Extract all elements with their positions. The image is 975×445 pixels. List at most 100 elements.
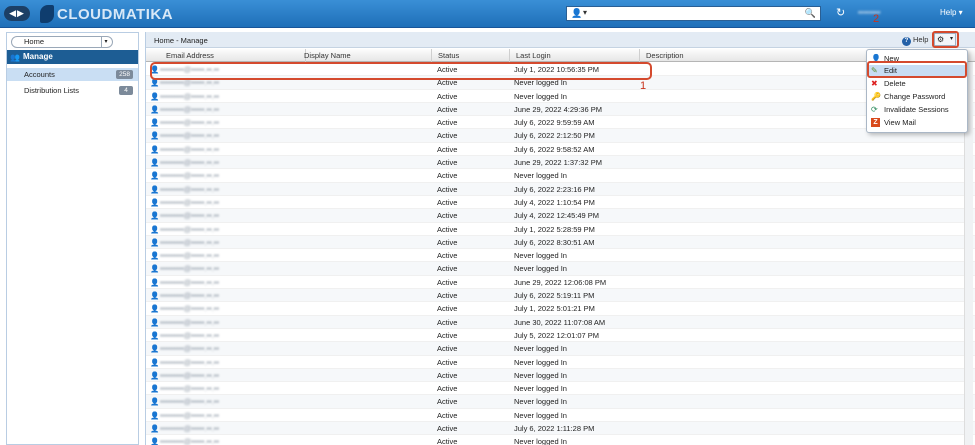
- menu-item-label: Invalidate Sessions: [884, 105, 949, 114]
- table-row[interactable]: 👤 •••••••••@•••••.••.•• Active June 30, 202…: [146, 315, 975, 329]
- column-status[interactable]: Status: [432, 49, 510, 62]
- table-row[interactable]: 👤 •••••••••@•••••.••.•• Active Never logged…: [146, 169, 975, 183]
- table-row[interactable]: 👤 •••••••••@•••••.••.•• Active July 1, 2022…: [146, 63, 975, 77]
- status-cell: Active: [437, 158, 458, 168]
- menu-item-label: Change Password: [884, 92, 946, 101]
- table-row[interactable]: 👤 •••••••••@•••••.••.•• Active July 5, 2022…: [146, 329, 975, 343]
- column-last-login[interactable]: Last Login: [510, 49, 640, 62]
- search-icon[interactable]: 🔍: [805, 8, 816, 19]
- user-icon: 👤: [150, 370, 160, 380]
- user-icon: 👤: [150, 131, 160, 141]
- help-link[interactable]: ? Help: [902, 35, 928, 46]
- table-row[interactable]: 👤 •••••••••@•••••.••.•• Active Never logged…: [146, 395, 975, 409]
- table-row[interactable]: 👤 •••••••••@•••••.••.•• Active July 1, 2022…: [146, 302, 975, 316]
- annotation-1: 1: [640, 80, 647, 92]
- last-login-cell: Never logged In: [514, 251, 567, 261]
- sidebar-item-accounts[interactable]: Accounts 258: [7, 68, 138, 81]
- manage-header[interactable]: 👥 Manage: [7, 50, 138, 64]
- column-email[interactable]: Email Address: [160, 49, 306, 62]
- menu-item-edit[interactable]: ✎ Edit: [868, 65, 966, 77]
- table-row[interactable]: 👤 •••••••••@•••••.••.•• Active July 4, 2022…: [146, 209, 975, 223]
- user-name[interactable]: ••••••••: [858, 5, 920, 21]
- table-row[interactable]: 👤 •••••••••@•••••.••.•• Active Never logged…: [146, 90, 975, 103]
- main-panel: Home - Manage ? Help ⚙ ▾ Email Address Di…: [145, 13, 975, 445]
- email-cell: •••••••••@•••••.••.••: [160, 251, 220, 261]
- table-row[interactable]: 👤 •••••••••@•••••.••.•• Active Never logged…: [146, 382, 975, 396]
- delete-icon: ✖: [871, 79, 878, 88]
- table-row[interactable]: 👤 •••••••••@•••••.••.•• Active July 6, 2022…: [146, 182, 975, 196]
- status-cell: Active: [437, 424, 458, 434]
- table-row[interactable]: 👤 •••••••••@•••••.••.•• Active July 6, 2022…: [146, 143, 975, 157]
- user-icon: 👤: [150, 397, 160, 407]
- last-login-cell: July 1, 2022 5:28:59 PM: [514, 224, 595, 234]
- status-cell: Active: [437, 237, 458, 247]
- last-login-cell: June 29, 2022 4:29:36 PM: [514, 104, 602, 114]
- email-cell: •••••••••@•••••.••.••: [160, 370, 220, 380]
- back-forward-icon[interactable]: ◀▶: [4, 6, 30, 21]
- email-cell: •••••••••@•••••.••.••: [160, 424, 220, 434]
- email-cell: •••••••••@•••••.••.••: [160, 304, 220, 314]
- help-menu[interactable]: Help ▾: [940, 8, 963, 17]
- refresh-icon[interactable]: ↻: [836, 6, 845, 19]
- table-row[interactable]: 👤 •••••••••@•••••.••.•• Active Never logged…: [146, 262, 975, 276]
- table-row[interactable]: 👤 •••••••••@•••••.••.•• Active June 29, 202…: [146, 102, 975, 117]
- search-input[interactable]: [595, 8, 800, 19]
- table-row[interactable]: 👤 •••••••••@•••••.••.•• Active Never logged…: [146, 356, 975, 369]
- status-cell: Active: [437, 370, 458, 380]
- menu-item-delete[interactable]: ✖ Delete: [868, 78, 966, 90]
- table-row[interactable]: 👤 •••••••••@•••••.••.•• Active July 6, 2022…: [146, 129, 975, 143]
- table-row[interactable]: 👤 •••••••••@•••••.••.•• Active June 29, 202…: [146, 156, 975, 170]
- user-icon: 👤: [150, 197, 160, 207]
- user-icon: 👤: [150, 171, 160, 181]
- table-row[interactable]: 👤 •••••••••@•••••.••.•• Active July 6, 2022…: [146, 235, 975, 250]
- email-cell: •••••••••@•••••.••.••: [160, 224, 220, 234]
- table-row[interactable]: 👤 •••••••••@•••••.••.•• Active July 6, 2022…: [146, 116, 975, 130]
- add-user-icon: 👤: [871, 54, 881, 63]
- top-bar: ◀▶ CLOUDMATIKA 👤 ▾ 🔍 ↻ •••••••• Help ▾: [0, 0, 975, 28]
- table-row[interactable]: 👤 •••••••••@•••••.••.•• Active July 4, 2022…: [146, 196, 975, 210]
- user-icon: 👤: [150, 437, 160, 445]
- last-login-cell: Never logged In: [514, 384, 567, 394]
- user-icon: 👤: [150, 144, 160, 154]
- email-cell: •••••••••@•••••.••.••: [160, 118, 220, 128]
- table-row[interactable]: 👤 •••••••••@•••••.••.•• Active July 6, 2022…: [146, 289, 975, 303]
- email-cell: •••••••••@•••••.••.••: [160, 78, 220, 88]
- menu-item-change-password[interactable]: 🔑 Change Password: [868, 91, 966, 103]
- table-row[interactable]: 👤 •••••••••@•••••.••.•• Active Never logged…: [146, 435, 975, 445]
- menu-item-invalidate-sessions[interactable]: ⟳ Invalidate Sessions: [868, 104, 966, 116]
- chevron-down-icon[interactable]: ▾: [101, 37, 110, 47]
- table-row[interactable]: 👤 •••••••••@•••••.••.•• Active June 29, 202…: [146, 276, 975, 290]
- sidebar-item-label: Distribution Lists: [24, 86, 80, 95]
- home-select[interactable]: Home ▾: [11, 36, 113, 48]
- column-display-name[interactable]: Display Name: [298, 49, 432, 62]
- table-row[interactable]: 👤 •••••••••@•••••.••.•• Active Never logged…: [146, 342, 975, 356]
- home-select-label: Home: [24, 37, 45, 46]
- status-cell: Active: [437, 184, 458, 194]
- status-cell: Active: [437, 211, 458, 221]
- email-cell: •••••••••@•••••.••.••: [160, 330, 220, 340]
- column-description[interactable]: Description: [640, 49, 880, 62]
- last-login-cell: June 30, 2022 11:07:08 AM: [514, 317, 606, 327]
- last-login-cell: July 6, 2022 2:12:50 PM: [514, 131, 595, 141]
- last-login-cell: July 6, 2022 9:58:52 AM: [514, 144, 595, 154]
- email-cell: •••••••••@•••••.••.••: [160, 344, 220, 354]
- table-row[interactable]: 👤 •••••••••@•••••.••.•• Active Never logged…: [146, 368, 975, 383]
- user-icon: 👤: [150, 277, 160, 287]
- user-icon: 👤: [150, 264, 160, 274]
- table-row[interactable]: 👤 •••••••••@•••••.••.•• Active Never logged…: [146, 249, 975, 263]
- actions-gear-button[interactable]: ⚙ ▾: [934, 33, 956, 46]
- user-search-icon[interactable]: 👤: [571, 8, 582, 19]
- menu-item-view-mail[interactable]: Z View Mail: [868, 117, 966, 129]
- search-scope-dropdown[interactable]: ▾: [583, 8, 587, 17]
- sidebar-item-distribution-lists[interactable]: Distribution Lists 4: [7, 84, 138, 97]
- menu-item-label: Delete: [884, 79, 906, 88]
- table-row[interactable]: 👤 •••••••••@•••••.••.•• Active July 1, 2022…: [146, 223, 975, 236]
- table-row[interactable]: 👤 •••••••••@•••••.••.•• Active Never logged…: [146, 409, 975, 423]
- menu-item-new[interactable]: 👤 New: [868, 53, 966, 65]
- status-cell: Active: [437, 384, 458, 394]
- table-row[interactable]: 👤 •••••••••@•••••.••.•• Active July 6, 2022…: [146, 422, 975, 436]
- gear-icon: ⚙: [937, 35, 945, 44]
- table-row[interactable]: 👤 •••••••••@•••••.••.•• Active Never logged…: [146, 76, 975, 90]
- user-icon: 👤: [150, 158, 160, 168]
- email-cell: •••••••••@•••••.••.••: [160, 65, 220, 74]
